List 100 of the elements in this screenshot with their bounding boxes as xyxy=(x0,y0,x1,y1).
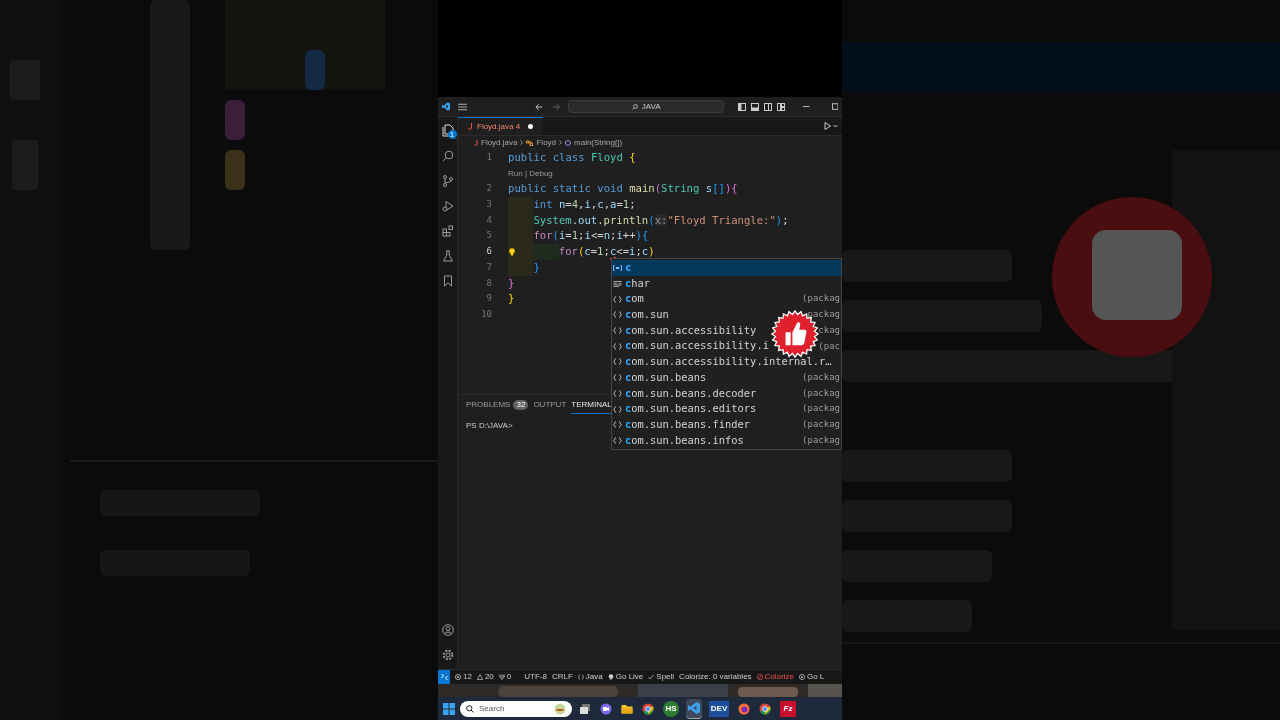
run-icon[interactable] xyxy=(824,122,831,130)
play-circle-icon xyxy=(798,674,805,680)
secondary-sidebar-icon[interactable] xyxy=(764,102,773,111)
extensions-icon[interactable] xyxy=(441,225,454,237)
status-item[interactable]: Java xyxy=(577,671,603,683)
method-icon xyxy=(565,139,572,146)
status-item[interactable]: CRLF xyxy=(551,671,573,683)
sidebar-layout-icon[interactable] xyxy=(738,102,747,111)
chevron-right-icon xyxy=(559,140,563,145)
module-icon xyxy=(613,327,622,335)
code-line: } xyxy=(533,259,540,275)
suggestion-detail: (packag xyxy=(802,402,840,416)
suggestion-detail: (packag xyxy=(802,433,840,447)
notification-badge: 1 xyxy=(447,130,457,139)
suggestion-item[interactable]: com.sun.beans.infos (packag xyxy=(612,432,841,449)
module-icon xyxy=(613,342,622,350)
line-number: 5 xyxy=(486,229,492,243)
app-icon[interactable]: DEV xyxy=(709,700,729,717)
suggestion-item[interactable]: char xyxy=(612,275,841,292)
status-item[interactable]: 20 xyxy=(476,671,494,683)
code-editor-icon[interactable] xyxy=(688,702,700,714)
flask-icon[interactable] xyxy=(441,250,454,262)
video-chat-icon[interactable] xyxy=(600,702,612,715)
chevron-down-icon[interactable] xyxy=(833,124,838,128)
maximize-icon[interactable] xyxy=(831,103,838,110)
browser-icon[interactable] xyxy=(759,702,771,715)
line-number: 8 xyxy=(486,276,492,290)
suggestion-detail: (packag xyxy=(802,292,840,306)
status-item[interactable]: Colorize xyxy=(756,671,794,683)
run-debug-icon[interactable] xyxy=(441,200,454,212)
module-icon xyxy=(613,295,622,303)
module-icon xyxy=(613,374,622,382)
search-icon[interactable] xyxy=(441,150,454,162)
suggestion-item[interactable]: c xyxy=(612,260,841,276)
suggestion-item[interactable]: com.sun.beans.editors (packag xyxy=(612,401,841,417)
back-arrow-icon[interactable] xyxy=(535,102,544,111)
code-line: public static void main(String s[]){ xyxy=(508,181,738,197)
status-item[interactable]: Colorize: 0 variables xyxy=(679,671,752,683)
keyword-icon xyxy=(613,280,622,287)
breadcrumb-item[interactable]: Floyd xyxy=(536,136,557,149)
app-icon[interactable]: HS xyxy=(663,700,679,717)
module-icon xyxy=(613,358,622,366)
taskbar-search-field[interactable]: Search xyxy=(460,700,572,717)
code-lens[interactable]: Run | Debug xyxy=(508,165,553,182)
warning-icon xyxy=(476,674,483,680)
code-line: for(c=1;c<=i;c) xyxy=(558,244,655,260)
breadcrumb-item[interactable]: main(String[]) xyxy=(574,136,623,149)
start-icon[interactable] xyxy=(443,702,455,715)
suggestion-item[interactable]: com.sun packag xyxy=(612,307,841,323)
editor-tab[interactable]: Floyd.java 4 xyxy=(458,117,544,135)
menu-icon[interactable] xyxy=(458,102,468,111)
code-line: public class Floyd { xyxy=(508,150,636,165)
java-file-icon xyxy=(468,123,473,130)
app-icon[interactable]: Fz xyxy=(780,700,796,717)
terminal-prompt: PS D:\JAVA> xyxy=(466,420,513,432)
panel-tab[interactable]: PROBLEMS 32 xyxy=(466,396,529,414)
module-icon xyxy=(613,311,622,319)
code-line: for(i=1;i<=n;i++){ xyxy=(533,228,649,244)
suggestion-item[interactable]: com.sun.beans.finder (packag xyxy=(612,416,841,433)
chevron-right-icon xyxy=(520,140,524,145)
status-item[interactable]: 0 xyxy=(498,671,512,683)
line-number: 4 xyxy=(486,213,492,227)
suggestion-item[interactable]: com.sun.accessibility.internal.r… xyxy=(612,354,841,370)
fox-browser-icon[interactable] xyxy=(738,702,750,715)
status-item[interactable]: 12 xyxy=(455,671,472,683)
lightbulb-icon[interactable] xyxy=(509,248,515,257)
suggestion-detail: (pac xyxy=(818,339,840,353)
suggestion-item[interactable]: com (packag xyxy=(612,291,841,308)
status-item[interactable]: Go Live xyxy=(607,671,644,683)
status-item[interactable]: Spell xyxy=(648,671,675,683)
suggestion-detail: (packag xyxy=(802,417,840,431)
account-icon[interactable] xyxy=(441,624,454,636)
settings-icon[interactable] xyxy=(441,649,454,661)
suggestion-item[interactable]: com.sun.accessibility.i (pac xyxy=(612,338,841,355)
panel-tab[interactable]: OUTPUT xyxy=(533,396,567,414)
browser-icon[interactable] xyxy=(642,702,654,715)
search-icon xyxy=(466,704,474,713)
customize-layout-icon[interactable] xyxy=(777,102,786,111)
suggestion-item[interactable]: com.sun.accessibility ckag xyxy=(612,322,841,339)
module-icon xyxy=(613,405,622,413)
broadcast-icon xyxy=(607,674,614,680)
suggestion-item[interactable]: com.sun.beans (packag xyxy=(612,369,841,386)
task-view-icon[interactable] xyxy=(579,702,591,715)
line-number: 7 xyxy=(486,260,492,274)
minimize-icon[interactable] xyxy=(803,103,810,110)
error-icon xyxy=(455,674,461,680)
status-item[interactable]: UTF-8 xyxy=(524,671,547,683)
suggestion-item[interactable]: com.sun.beans.decoder (packag xyxy=(612,385,841,402)
panel-layout-icon[interactable] xyxy=(751,102,760,111)
source-control-icon[interactable] xyxy=(441,175,454,187)
bookmark-icon[interactable] xyxy=(441,275,454,287)
command-search-field[interactable]: JAVA xyxy=(567,100,725,113)
module-icon xyxy=(613,389,622,397)
line-number: 3 xyxy=(486,198,492,212)
line-number: 2 xyxy=(486,182,492,196)
breadcrumb-item[interactable]: Floyd.java xyxy=(481,136,518,149)
variable-icon xyxy=(613,264,622,271)
folder-icon[interactable] xyxy=(621,702,633,715)
status-item[interactable]: Go L xyxy=(798,671,825,683)
suggestion-detail: (packag xyxy=(802,370,840,384)
